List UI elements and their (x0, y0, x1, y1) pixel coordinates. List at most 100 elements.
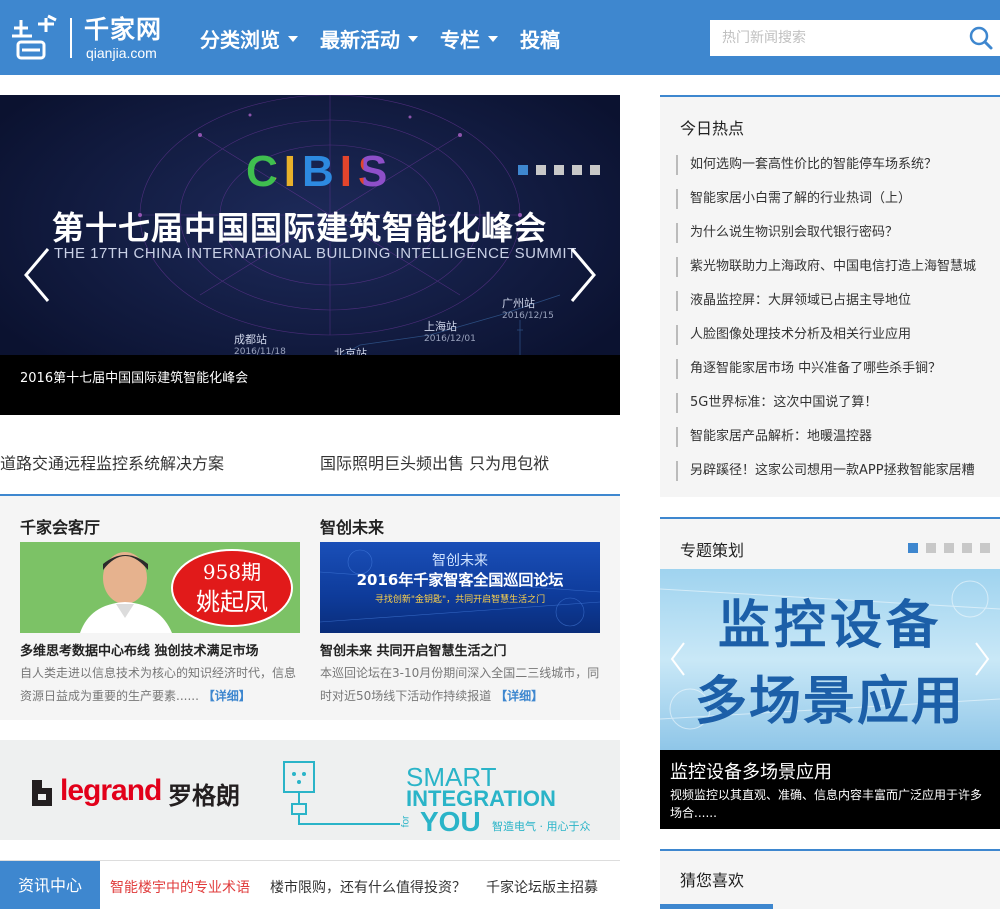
ad-slogan: 智造电气 · 用心于众 (492, 820, 591, 833)
topic-image[interactable]: 监控设备 多场景应用 (660, 569, 1000, 750)
cibis-logo: CIBIS (246, 147, 394, 196)
topic-dot[interactable] (908, 543, 918, 553)
logo-text[interactable]: 千家网 (84, 10, 162, 46)
nav-item-events[interactable]: 最新活动 (320, 24, 418, 53)
forum-subtitle: 寻找创新"金钥匙"，共同开启智慧生活之门 (374, 595, 546, 605)
hot-list: 如何选购一套高性价比的智能停车场系统？ 智能家居小白需了解的行业热词（上） 为什… (676, 155, 1000, 495)
ad-for: for (400, 815, 412, 828)
logo-domain[interactable]: qianjia.com (86, 45, 157, 61)
logo-divider (70, 18, 72, 58)
chevron-left-icon[interactable] (22, 245, 52, 305)
news-center-bar: 资讯中心 智能楼宇中的专业术语 楼市限购，还有什么值得投资？ 千家论坛版主招募 (0, 860, 620, 909)
station-name: 成都站 (234, 333, 267, 346)
chevron-down-icon (488, 35, 498, 42)
nav-item-columns[interactable]: 专栏 (440, 24, 498, 53)
slider-caption[interactable]: 2016第十七届中国国际建筑智能化峰会 (0, 355, 620, 415)
tab-news-center[interactable]: 资讯中心 (0, 861, 100, 909)
nav-item-submit[interactable]: 投稿 (520, 24, 560, 53)
slider-dot[interactable] (590, 165, 600, 175)
topic-caption-desc: 视频监控以其直观、准确、信息内容丰富而广泛应用于许多场合...... (670, 788, 983, 820)
topic-caption-title: 监控设备多场景应用 (670, 762, 832, 783)
station-date: 2016/12/15 (502, 311, 554, 321)
special-topic-box: 专题策划 监控设备 多场景应用 监控设备多场景应用 视频监控以其直观、准确、信息… (660, 517, 1000, 829)
issue-number: 958期 (202, 560, 262, 584)
news-link[interactable]: 智能楼宇中的专业术语 (110, 877, 250, 897)
legrand-ad-banner[interactable]: legrand 罗格朗 SMART INTEGRATION for YOU 智造… (0, 740, 620, 840)
nav-label: 分类浏览 (200, 28, 280, 52)
hero-slider[interactable]: CIBIS 第十七届中国国际建筑智能化峰会 THE 17TH CHINA INT… (0, 95, 620, 415)
slider-dot[interactable] (518, 165, 528, 175)
topic-dot[interactable] (944, 543, 954, 553)
nav-label: 投稿 (520, 28, 560, 52)
hot-list-item[interactable]: 另辟蹊径！这家公司想用一款APP拯救智能家居糟 (676, 461, 1000, 481)
chevron-right-icon[interactable] (972, 639, 992, 679)
zhi-logo-icon[interactable] (8, 14, 60, 62)
chevron-right-icon[interactable] (568, 245, 598, 305)
news-link[interactable]: 楼市限购，还有什么值得投资？ (270, 877, 466, 897)
article-headline[interactable]: 多维思考数据中心布线 独创技术满足市场 (20, 640, 259, 659)
hot-list-item[interactable]: 智能家居产品解析：地暖温控器 (676, 427, 1000, 447)
topic-dot[interactable] (926, 543, 936, 553)
news-link[interactable]: 千家论坛版主招募 (486, 877, 598, 897)
station-chengdu: 成都站 2016/11/18 (234, 331, 286, 357)
detail-link[interactable]: 【详细】 (495, 689, 543, 703)
search-input[interactable] (710, 20, 960, 56)
topic-caption[interactable]: 监控设备多场景应用 视频监控以其直观、准确、信息内容丰富而广泛应用于许多场合..… (660, 750, 1000, 829)
hot-list-item[interactable]: 为什么说生物识别会取代银行密码？ (676, 223, 1000, 243)
headline-link[interactable]: 国际照明巨头频出售 只为甩包袱 (320, 450, 549, 474)
station-name: 广州站 (502, 297, 535, 310)
nav-label: 专栏 (440, 28, 480, 52)
hot-list-item[interactable]: 5G世界标准：这次中国说了算！ (676, 393, 1000, 413)
column-title: 智创未来 (320, 518, 385, 537)
slider-caption-text: 2016第十七届中国国际建筑智能化峰会 (20, 371, 249, 386)
slider-dots (518, 165, 608, 175)
lounge-thumbnail[interactable]: 958期 姚起凤 (20, 542, 300, 633)
site-header: 千家网 qianjia.com 分类浏览 最新活动 专栏 投稿 (0, 0, 1000, 75)
feature-panel: 千家会客厅 958期 姚起凤 多维思考数据中心布线 独创技术满足市场 自人类走进… (0, 494, 620, 720)
plug-socket-icon (283, 761, 400, 825)
slider-headline: 第十七届中国国际建筑智能化峰会 (52, 209, 548, 247)
topic-image-line2: 多场景应用 (694, 672, 965, 732)
topic-dots (908, 543, 998, 553)
section-title: 今日热点 (680, 119, 745, 138)
slider-dot[interactable] (536, 165, 546, 175)
summary-text: 自人类走进以信息技术为核心的知识经济时代，信息资源日益成为重要的生产要素....… (20, 666, 297, 703)
summary-text: 本巡回论坛在3-10月份期间深入全国二三线城市，同时对近50场线下活动作持续报道 (320, 666, 600, 703)
station-shanghai: 上海站 2016/12/01 (424, 318, 476, 344)
main-nav: 分类浏览 最新活动 专栏 投稿 (200, 24, 582, 53)
forum-thumbnail[interactable]: 智创未来 2016年千家智客全国巡回论坛 寻找创新"金钥匙"，共同开启智慧生活之… (320, 542, 600, 633)
topic-dot[interactable] (980, 543, 990, 553)
hot-list-item[interactable]: 角逐智能家居市场 中兴准备了哪些杀手锏？ (676, 359, 1000, 379)
headline-link[interactable]: 道路交通远程监控系统解决方案 (0, 450, 224, 474)
hot-list-item[interactable]: 如何选购一套高性价比的智能停车场系统？ (676, 155, 1000, 175)
article-summary: 本巡回论坛在3-10月份期间深入全国二三线城市，同时对近50场线下活动作持续报道… (320, 662, 602, 708)
hot-list-item[interactable]: 液晶监控屏：大屏领域已占据主导地位 (676, 291, 1000, 311)
tab-indicator (660, 904, 773, 909)
forum-label: 智创未来 (432, 553, 488, 569)
topic-image-line1: 监控设备 (717, 596, 942, 656)
hot-list-item[interactable]: 人脸图像处理技术分析及相关行业应用 (676, 325, 1000, 345)
search-box (710, 20, 1000, 56)
chevron-down-icon (288, 35, 298, 42)
article-summary: 自人类走进以信息技术为核心的知识经济时代，信息资源日益成为重要的生产要素....… (20, 662, 302, 708)
nav-label: 最新活动 (320, 28, 400, 52)
guess-you-like-box: 猜您喜欢 (660, 849, 1000, 909)
forum-main-title: 2016年千家智客全国巡回论坛 (356, 571, 564, 589)
hot-list-item[interactable]: 智能家居小白需了解的行业热词（上） (676, 189, 1000, 209)
guest-name: 姚起凤 (196, 588, 268, 616)
hot-today-box: 今日热点 如何选购一套高性价比的智能停车场系统？ 智能家居小白需了解的行业热词（… (660, 95, 1000, 497)
slider-subline: THE 17TH CHINA INTERNATIONAL BUILDING IN… (54, 245, 577, 262)
search-icon[interactable] (968, 25, 994, 51)
section-title: 专题策划 (680, 541, 745, 560)
brand-name-cn: 罗格朗 (168, 782, 240, 810)
station-guangzhou: 广州站 2016/12/15 (502, 295, 554, 321)
chevron-left-icon[interactable] (668, 639, 688, 679)
detail-link[interactable]: 【详细】 (203, 689, 251, 703)
brand-name-en: legrand (60, 774, 162, 807)
topic-dot[interactable] (962, 543, 972, 553)
slider-dot[interactable] (554, 165, 564, 175)
hot-list-item[interactable]: 紫光物联助力上海政府、中国电信打造上海智慧城 (676, 257, 1000, 277)
article-headline[interactable]: 智创未来 共同开启智慧生活之门 (320, 640, 507, 659)
slider-dot[interactable] (572, 165, 582, 175)
nav-item-browse[interactable]: 分类浏览 (200, 24, 298, 53)
